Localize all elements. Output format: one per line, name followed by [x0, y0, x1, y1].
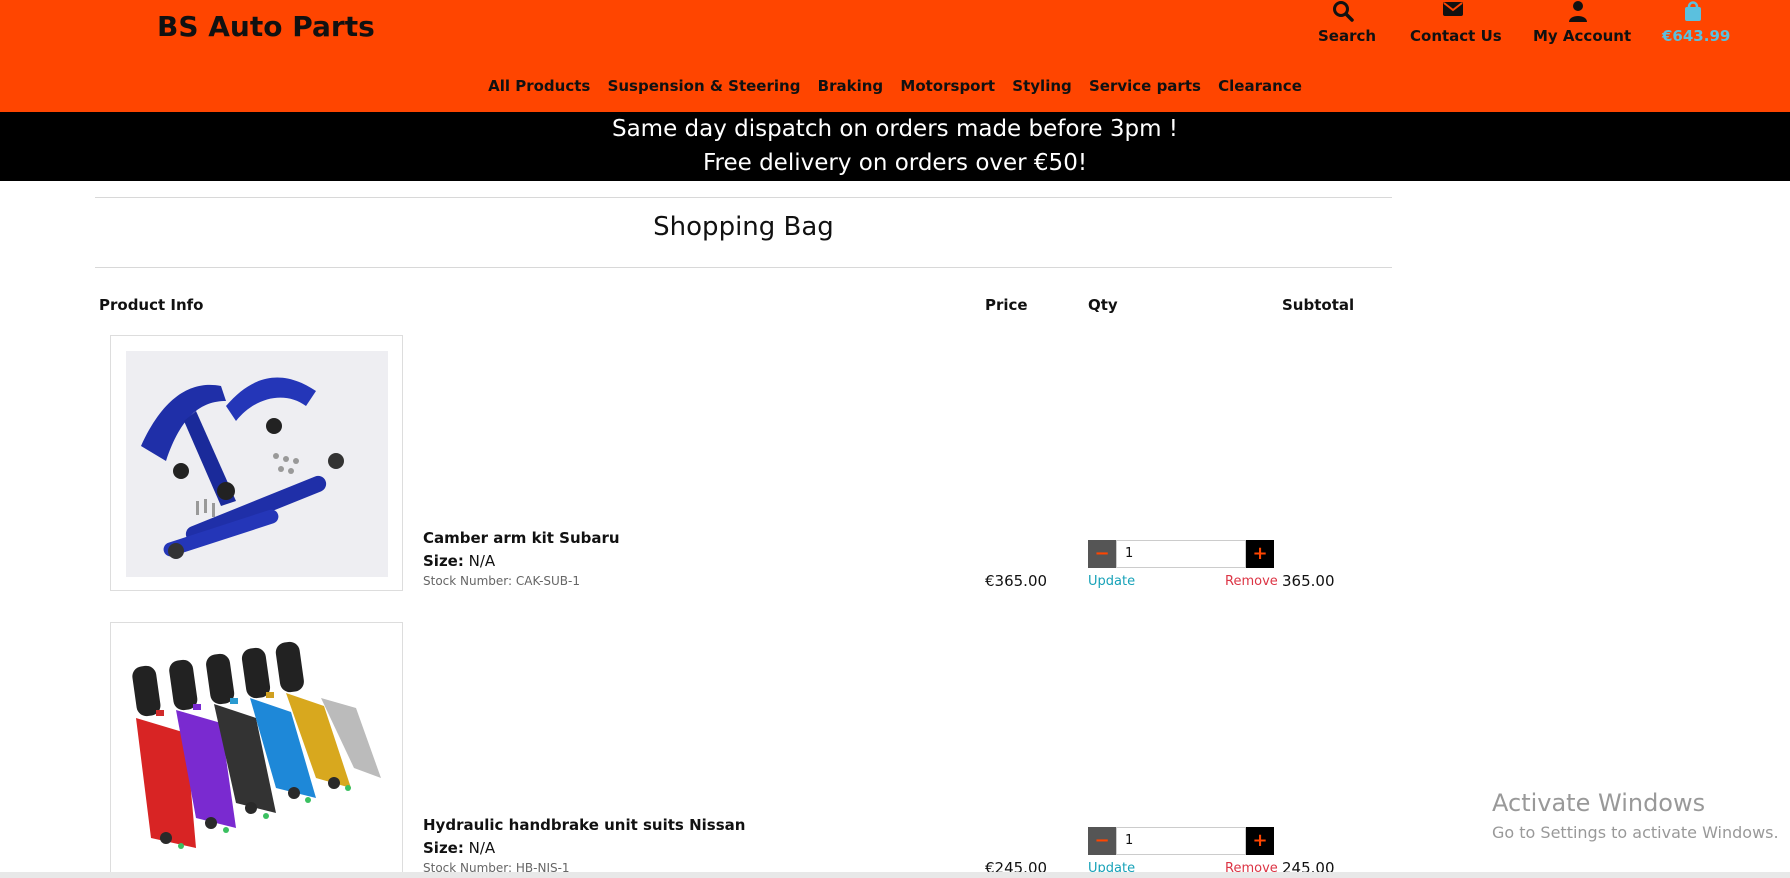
search-icon: [1318, 0, 1368, 24]
nav-item-motorsport[interactable]: Motorsport: [900, 77, 995, 95]
divider: [95, 197, 1392, 198]
site-logo[interactable]: BS Auto Parts: [157, 10, 375, 43]
banner-line-dispatch: Same day dispatch on orders made before …: [611, 116, 1179, 142]
increment-button[interactable]: +: [1246, 540, 1274, 568]
nav-item-styling[interactable]: Styling: [1012, 77, 1071, 95]
product-image[interactable]: [110, 622, 403, 878]
header-price: Price: [985, 296, 1028, 314]
user-icon: [1533, 0, 1623, 24]
item-subtotal: 365.00: [1282, 572, 1335, 590]
hydraulic-handbrake-image: [126, 638, 388, 864]
account-label: My Account: [1533, 27, 1632, 45]
product-image[interactable]: [110, 335, 403, 591]
quantity-input[interactable]: 1: [1116, 540, 1246, 568]
divider: [95, 267, 1392, 268]
size-value: N/A: [468, 839, 496, 857]
delivery-banner: Same day dispatch on orders made before …: [0, 112, 1790, 181]
site-header: BS Auto Parts Search Contact Us My Accou…: [0, 0, 1790, 112]
envelope-icon: [1410, 0, 1495, 24]
activate-windows-title: Activate Windows: [1492, 789, 1706, 817]
quantity-input[interactable]: 1: [1116, 827, 1246, 855]
product-name[interactable]: Camber arm kit Subaru: [423, 529, 620, 547]
activate-windows-subtitle: Go to Settings to activate Windows.: [1492, 823, 1779, 842]
decrement-button[interactable]: −: [1088, 540, 1116, 568]
quantity-stepper: − 1 +: [1088, 827, 1275, 856]
update-link[interactable]: Update: [1088, 574, 1135, 589]
decrement-button[interactable]: −: [1088, 827, 1116, 855]
scrollbar-track[interactable]: [0, 872, 1790, 878]
nav-item-suspension-steering[interactable]: Suspension & Steering: [608, 77, 801, 95]
search-label: Search: [1318, 27, 1377, 45]
search-link[interactable]: Search: [1318, 0, 1377, 45]
shopping-bag-icon: [1662, 0, 1724, 24]
camber-arm-kit-image: [126, 351, 388, 577]
item-price: €365.00: [985, 572, 1048, 590]
quantity-stepper: − 1 +: [1088, 540, 1275, 569]
product-name[interactable]: Hydraulic handbrake unit suits Nissan: [423, 816, 745, 834]
header-subtotal: Subtotal: [1282, 296, 1355, 314]
size-label: Size:: [423, 552, 464, 570]
nav-item-service-parts[interactable]: Service parts: [1089, 77, 1201, 95]
nav-item-all-products[interactable]: All Products: [488, 77, 590, 95]
contact-link[interactable]: Contact Us: [1410, 0, 1502, 45]
nav-item-braking[interactable]: Braking: [818, 77, 884, 95]
header-qty: Qty: [1088, 296, 1118, 314]
page-title: Shopping Bag: [653, 212, 834, 242]
increment-button[interactable]: +: [1246, 827, 1274, 855]
header-product-info: Product Info: [99, 296, 204, 314]
stock-number: Stock Number: CAK-SUB-1: [423, 574, 581, 588]
remove-link[interactable]: Remove: [1225, 574, 1278, 589]
main-nav: All Products Suspension & Steering Braki…: [0, 77, 1790, 95]
nav-item-clearance[interactable]: Clearance: [1218, 77, 1302, 95]
account-link[interactable]: My Account: [1533, 0, 1632, 45]
contact-label: Contact Us: [1410, 27, 1502, 45]
size-label: Size:: [423, 839, 464, 857]
bag-total: €643.99: [1662, 27, 1731, 45]
size-value: N/A: [468, 552, 496, 570]
product-size: Size: N/A: [423, 552, 495, 570]
bag-link[interactable]: €643.99: [1662, 0, 1731, 45]
product-size: Size: N/A: [423, 839, 495, 857]
banner-line-delivery: Free delivery on orders over €50!: [702, 150, 1088, 176]
